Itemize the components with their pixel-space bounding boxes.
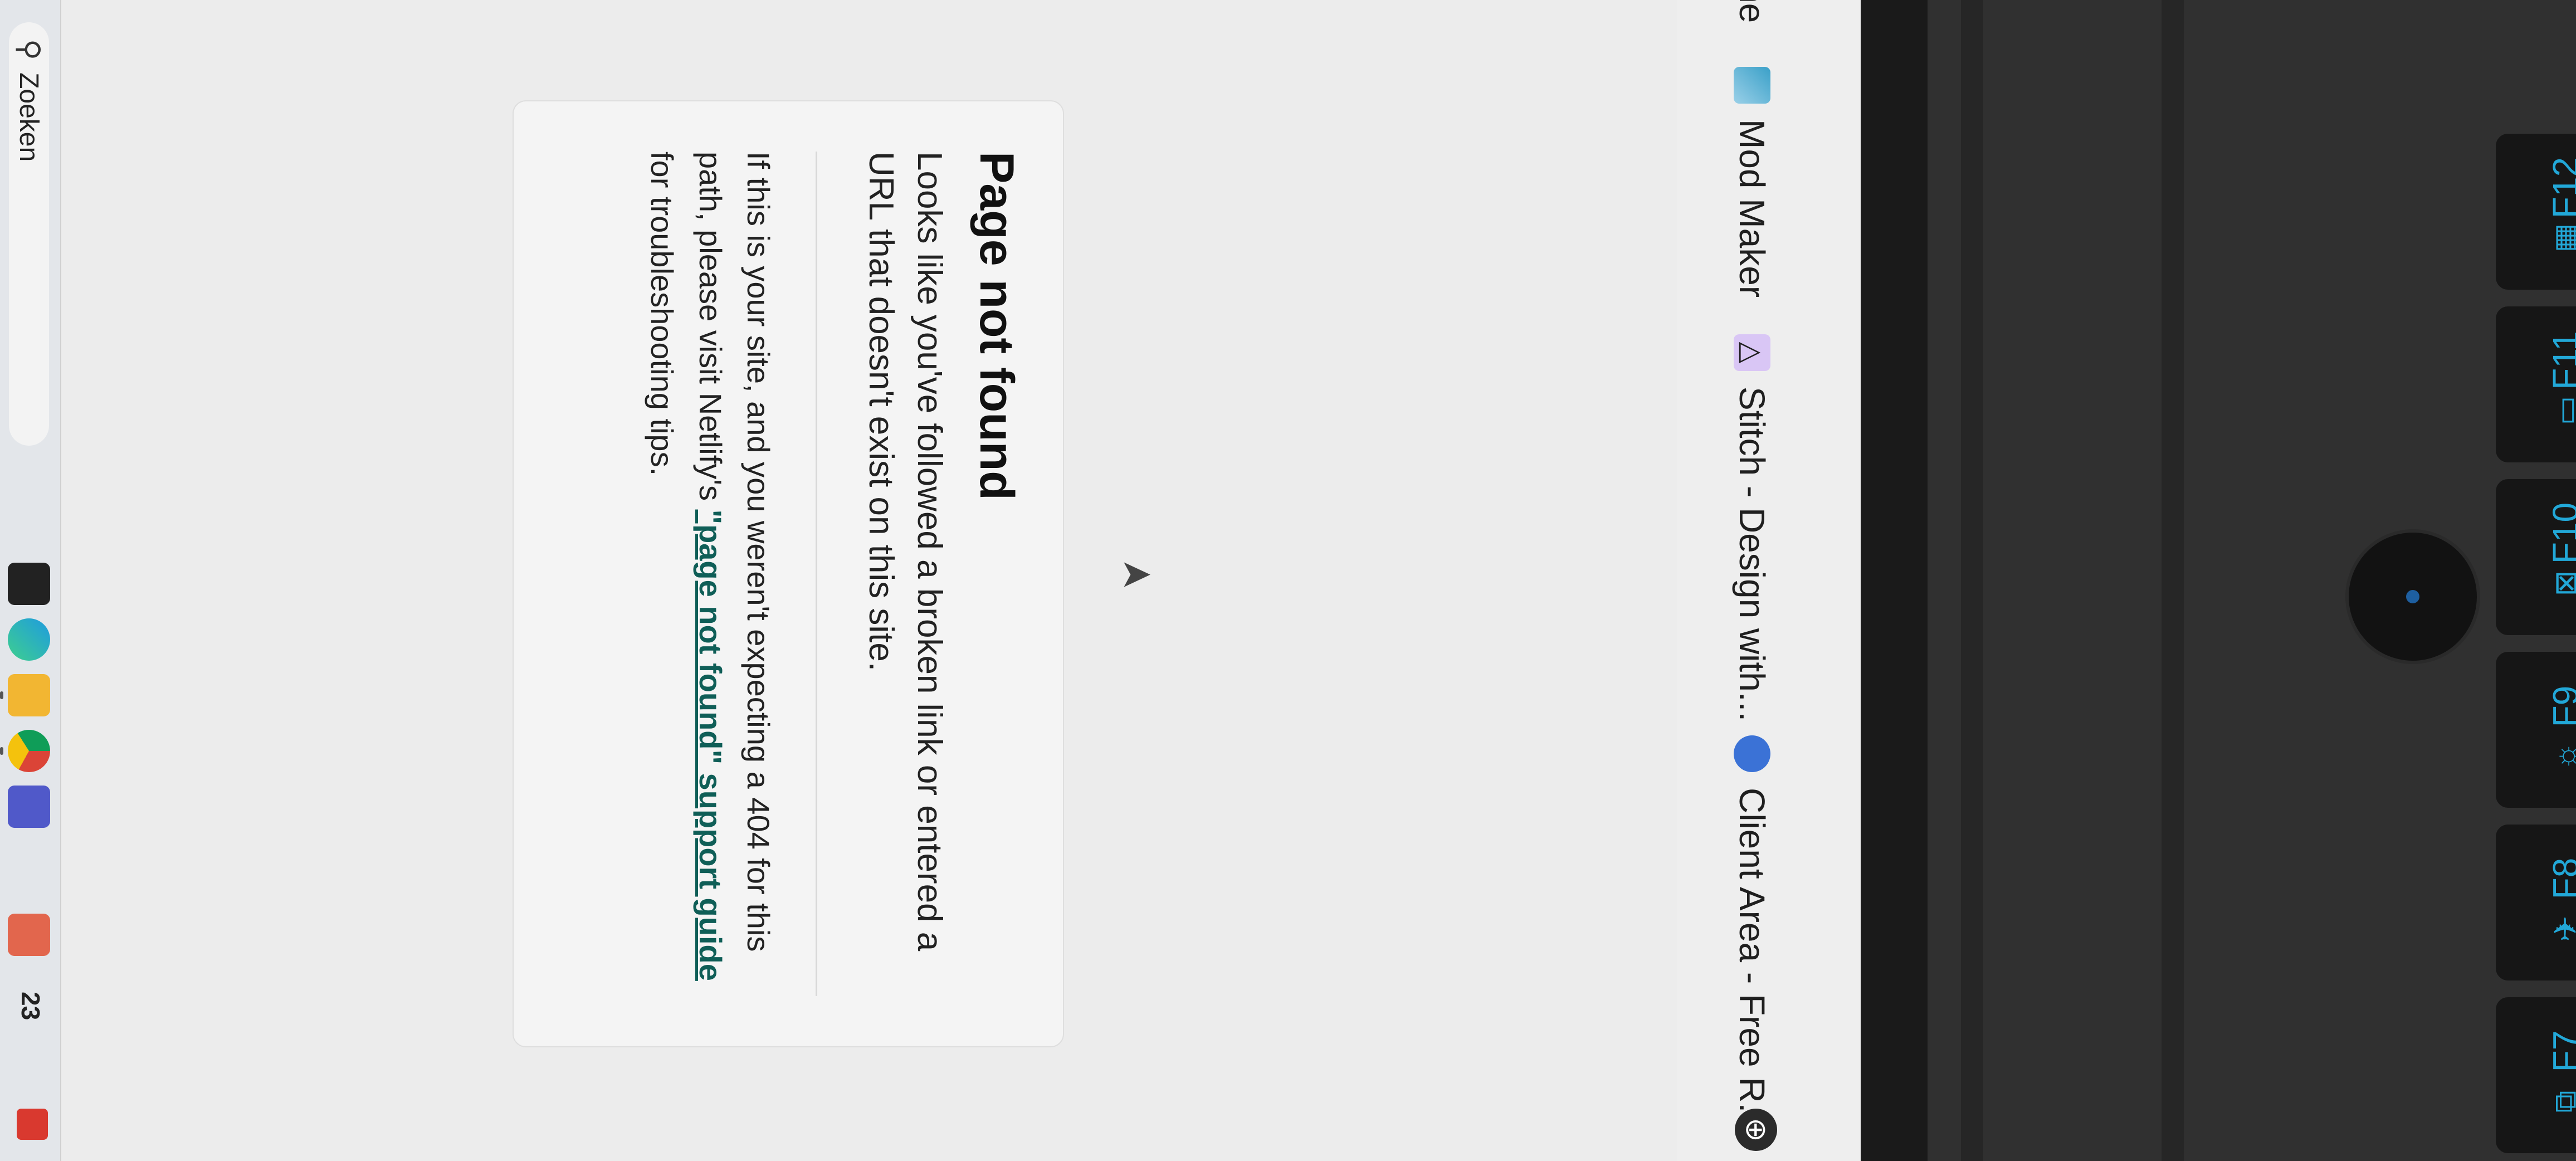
bookmarks-bar: ne Mod Maker △ Stitch - Design with... C… <box>1676 0 1861 1161</box>
stitch-icon: △ <box>1734 334 1770 371</box>
display-switch-icon: ⧉ <box>2546 1090 2576 1113</box>
help-note: If this is your site, and you weren't ex… <box>637 152 782 996</box>
notification-count: 23 <box>16 992 45 1021</box>
file-explorer-icon[interactable] <box>0 674 50 716</box>
keyboard-backlight-icon: ▭ <box>2547 396 2576 426</box>
support-guide-link[interactable]: "page not found" support guide <box>693 510 728 981</box>
bookmark-label: Mod Maker <box>1732 119 1772 298</box>
task-view-icon[interactable] <box>8 563 50 605</box>
mod-maker-icon <box>1734 67 1770 104</box>
page-title: Page not found <box>970 152 1023 500</box>
key-f7[interactable]: F7 ⧉ <box>2496 997 2576 1153</box>
divider <box>816 152 818 996</box>
client-area-icon <box>1734 735 1770 772</box>
not-found-card: Page not found Looks like you've followe… <box>513 100 1064 1047</box>
bookmark-label: ne <box>1732 0 1772 23</box>
bookmark-client-area[interactable]: Client Area - Free R... <box>1727 735 1777 1133</box>
laptop-keyboard: F7 ⧉ F8 ✈ F9 ☼ F10 ⊠ F11 ▭ F12 ▦ <box>1928 0 2576 1161</box>
edge-icon[interactable] <box>8 618 50 661</box>
teams-icon[interactable] <box>8 786 50 828</box>
airplane-icon: ✈ <box>2547 916 2576 942</box>
calculator-icon: ▦ <box>2547 223 2576 253</box>
key-f12[interactable]: F12 ▦ <box>2496 134 2576 290</box>
mail-icon[interactable] <box>8 914 50 956</box>
key-f8[interactable]: F8 ✈ <box>2496 825 2576 980</box>
key-label: F11 <box>2545 331 2576 390</box>
mouse-cursor-icon: ➤ <box>1119 552 1153 596</box>
help-note-suffix: for troubleshooting tips. <box>644 152 680 476</box>
key-label: F12 <box>2545 157 2576 219</box>
keyboard-ridge <box>2162 0 2184 1161</box>
key-label: F7 <box>2545 1030 2576 1072</box>
globe-icon[interactable]: ⊕ <box>1735 1109 1777 1151</box>
screen-bezel <box>1861 0 1928 1161</box>
search-placeholder: Zoeken <box>14 72 44 162</box>
key-label: F9 <box>2545 685 2576 727</box>
bookmark-mod-maker[interactable]: Mod Maker <box>1727 67 1777 297</box>
keyboard-ridge <box>1961 0 1983 1161</box>
webcam-shutter-icon <box>2345 529 2480 664</box>
browser-screen: ne Mod Maker △ Stitch - Design with... C… <box>0 0 1861 1161</box>
error-description: Looks like you've followed a broken link… <box>862 152 949 952</box>
brightness-icon: ☼ <box>2547 742 2576 770</box>
bookmark-fragment[interactable]: ne <box>1727 0 1777 23</box>
tray-app-icon[interactable] <box>17 1109 48 1140</box>
bookmark-label: Stitch - Design with... <box>1732 387 1772 722</box>
key-f11[interactable]: F11 ▭ <box>2496 306 2576 462</box>
taskbar-search[interactable]: ⚲ Zoeken <box>9 22 49 446</box>
key-label: F10 <box>2545 502 2576 564</box>
screenshot-icon: ⊠ <box>2547 570 2576 597</box>
taskbar: ⚲ Zoeken 23 <box>0 0 61 1161</box>
key-label: F8 <box>2545 857 2576 900</box>
key-f9[interactable]: F9 ☼ <box>2496 652 2576 808</box>
page-content: ➤ Page not found Looks like you've follo… <box>61 0 1677 1161</box>
bookmark-label: Client Area - Free R... <box>1732 788 1772 1133</box>
search-icon: ⚲ <box>13 39 45 61</box>
chrome-icon[interactable] <box>0 730 50 772</box>
key-f10[interactable]: F10 ⊠ <box>2496 479 2576 635</box>
bookmark-stitch[interactable]: △ Stitch - Design with... <box>1727 334 1777 721</box>
